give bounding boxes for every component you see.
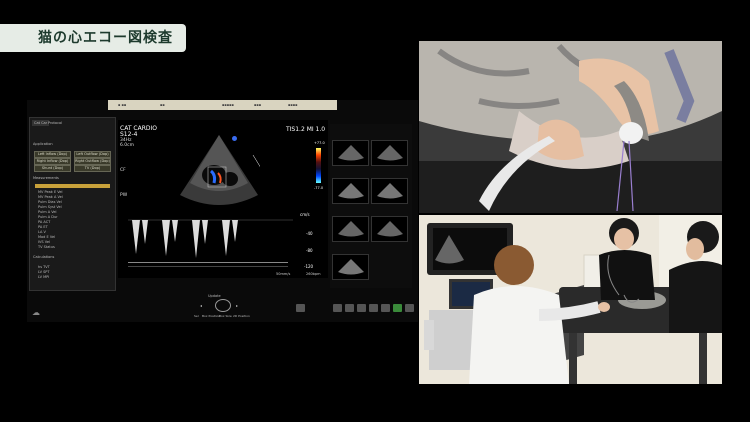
arrow-right-icon: ▸ <box>236 303 239 308</box>
tool-button-active[interactable] <box>393 304 402 312</box>
orientation-marker-icon <box>232 136 237 141</box>
color-scale-bar <box>316 148 321 183</box>
tool-button[interactable] <box>381 304 390 312</box>
colorbar-bottom-label: -77.0 <box>314 186 324 190</box>
list-item[interactable]: LV SPT <box>38 270 50 274</box>
list-item[interactable]: LA V <box>38 230 46 234</box>
list-item[interactable]: Pulm Dias Vel <box>38 200 62 204</box>
update-label: Update <box>208 294 221 298</box>
bpm-text: 260bpm <box>306 272 321 276</box>
tv-button[interactable]: TV (Dop) <box>74 165 111 172</box>
list-item[interactable]: Mod E Vel <box>38 235 55 239</box>
box-size-label: Box Size <box>219 314 232 318</box>
list-item[interactable]: Pulm Syst Vel <box>38 205 62 209</box>
list-item[interactable]: hs TVT <box>38 265 50 269</box>
right-inflow-button[interactable]: Right Inflow (Dop) <box>34 158 71 165</box>
scale-tick-label: -40 <box>306 231 313 236</box>
tool-button[interactable] <box>405 304 414 312</box>
update-trackball-icon[interactable] <box>215 299 231 312</box>
control-panel: Cat Car Protocol Application Left Inflow… <box>29 117 116 291</box>
ti-mi-text: TIS1.2 MI 1.0 <box>286 126 326 133</box>
arrow-left-icon: ◂ <box>200 303 203 308</box>
patient-info-bar: ▪ ▪▪ ▪▪ ▪▪▪▪▪ ▪▪▪ ▪▪▪▪ <box>108 100 337 110</box>
tool-button[interactable] <box>296 304 305 312</box>
left-outflow-button[interactable]: Left Outflow (Dop) <box>74 151 111 158</box>
depth-text: 6.0cm <box>120 143 135 148</box>
selected-measure-highlight <box>35 184 110 188</box>
list-item[interactable]: MV Peak A Vel <box>38 195 63 199</box>
calculations-label: Calculations <box>33 255 55 259</box>
image-thumbnail[interactable] <box>332 140 369 166</box>
colorbar-top-label: +77.0 <box>314 141 325 145</box>
shunt-button[interactable]: Shunt (Dop) <box>34 165 71 172</box>
image-thumbnail[interactable] <box>332 254 369 280</box>
velocity-unit-label: cm/s <box>300 212 310 217</box>
sweep-speed-text: 50mm/s <box>276 272 291 276</box>
list-item[interactable]: PA ACT <box>38 220 50 224</box>
left-inflow-button[interactable]: Left Inflow (Dop) <box>34 151 71 158</box>
echo-sector-image <box>180 135 260 205</box>
scale-tick-label: -120 <box>304 264 314 269</box>
tool-button[interactable] <box>357 304 366 312</box>
list-item[interactable]: Pulm A Vel <box>38 210 57 214</box>
thumbnail-strip <box>330 124 412 288</box>
photo-exam-room <box>419 215 722 384</box>
photo-cat-exam-closeup <box>419 41 722 213</box>
list-item[interactable]: PA ET <box>38 225 48 229</box>
tab-protocol[interactable]: Protocol <box>46 120 64 126</box>
scale-tick-label: -80 <box>306 248 313 253</box>
box-position-label: Box Position <box>202 314 221 318</box>
cloud-icon: ☁ <box>32 308 40 317</box>
tool-button[interactable] <box>333 304 342 312</box>
cf-text: CF <box>120 168 126 173</box>
image-thumbnail[interactable] <box>371 216 408 242</box>
mode-info: CAT CARDIO S12-4 34Hz 6.0cm CF PW <box>120 126 157 199</box>
list-item[interactable]: TV Status <box>38 245 55 249</box>
2d-position-label: 2D Position <box>233 314 250 318</box>
application-label: Application <box>33 142 53 146</box>
image-thumbnail[interactable] <box>332 216 369 242</box>
image-thumbnail[interactable] <box>332 178 369 204</box>
sel-label: Sel <box>194 314 199 318</box>
pw-text: PW <box>120 193 128 198</box>
list-item[interactable]: IVS Vel <box>38 240 50 244</box>
tool-button[interactable] <box>369 304 378 312</box>
tool-button[interactable] <box>345 304 354 312</box>
right-outflow-button[interactable]: Right Outflow (Dop) <box>74 158 111 165</box>
list-item[interactable]: MV Peak E Vel <box>38 190 63 194</box>
list-item[interactable]: Pulm A Dur <box>38 215 58 219</box>
page-title: 猫の心エコー図検査 <box>0 24 186 52</box>
list-item[interactable]: LV MPI <box>38 275 49 279</box>
measurements-label: Measurements <box>33 176 59 180</box>
image-thumbnail[interactable] <box>371 140 408 166</box>
doppler-spectrum <box>128 214 298 272</box>
image-thumbnail[interactable] <box>371 178 408 204</box>
